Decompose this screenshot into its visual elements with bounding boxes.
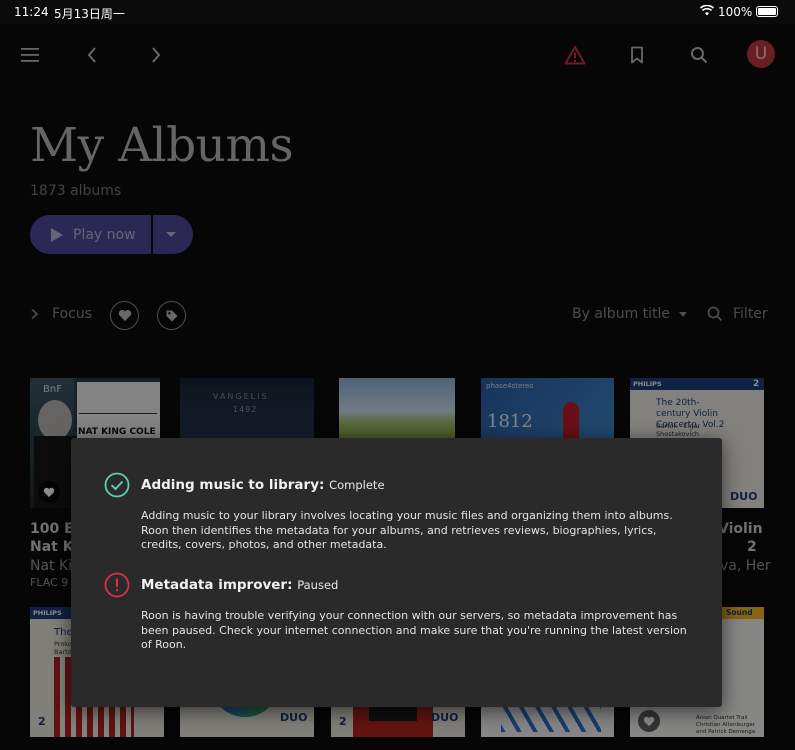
task-description: Adding music to your library involves lo… [141, 509, 673, 551]
task-state: Paused [297, 578, 339, 592]
task-heading: Metadata improver: Paused [141, 577, 338, 593]
task-title: Metadata improver: [141, 577, 293, 593]
status-bar: 11:24 5月13日周一 100% [0, 0, 795, 24]
task-title: Adding music to library: [141, 477, 325, 493]
task-state: Complete [329, 478, 385, 492]
wifi-icon [699, 4, 715, 19]
error-circle-icon [104, 572, 130, 598]
status-popover: Adding music to library: Complete Adding… [71, 438, 722, 707]
battery-percent: 100% [718, 5, 753, 19]
status-time: 11:24 [14, 5, 49, 19]
task-heading: Adding music to library: Complete [141, 477, 385, 493]
task-description: Roon is having trouble verifying your co… [141, 609, 687, 651]
check-circle-icon [104, 472, 130, 498]
battery-icon [756, 6, 778, 17]
status-date: 5月13日周一 [54, 7, 125, 21]
